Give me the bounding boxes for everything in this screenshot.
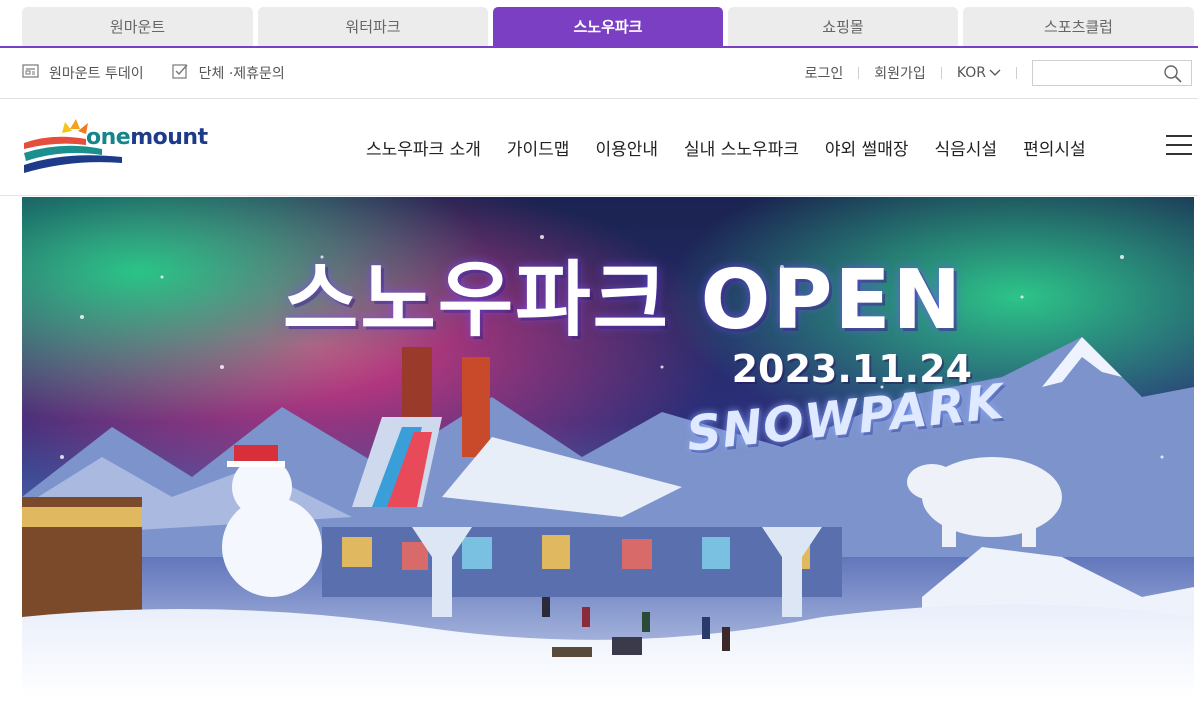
utility-right: 로그인 회원가입 KOR bbox=[805, 48, 1192, 98]
divider bbox=[940, 67, 942, 79]
onemount-today-label: 원마운트 투데이 bbox=[49, 66, 144, 82]
nav-dining[interactable]: 식음시설 bbox=[935, 135, 998, 160]
group-inquiry-label: 단체 ·제휴문의 bbox=[198, 66, 285, 82]
group-inquiry-link[interactable]: 단체 ·제휴문의 bbox=[172, 63, 285, 83]
nav-guide-map[interactable]: 가이드맵 bbox=[507, 135, 570, 160]
onemount-logo[interactable]: onemount bbox=[22, 117, 208, 175]
divider bbox=[858, 67, 860, 79]
site-tab-waterpark[interactable]: 워터파크 bbox=[258, 7, 488, 46]
site-tab-snowpark[interactable]: 스노우파크 bbox=[493, 7, 723, 46]
language-label: KOR bbox=[956, 65, 986, 81]
hero-banner[interactable]: 스노우파크 OPEN 2023.11.24 SNOWPARK bbox=[22, 197, 1194, 697]
logo-wordmark: onemount bbox=[86, 125, 208, 150]
site-tab-sportsclub[interactable]: 스포츠클럽 bbox=[963, 7, 1194, 46]
chevron-down-icon bbox=[989, 65, 1001, 81]
nav-amenities[interactable]: 편의시설 bbox=[1023, 135, 1086, 160]
main-nav: 스노우파크 소개 가이드맵 이용안내 실내 스노우파크 야외 썰매장 식음시설 … bbox=[366, 99, 1086, 195]
site-tab-shoppingmall[interactable]: 쇼핑몰 bbox=[728, 7, 958, 46]
divider bbox=[1016, 67, 1017, 79]
login-link[interactable]: 로그인 bbox=[805, 63, 844, 83]
nav-snowpark-intro[interactable]: 스노우파크 소개 bbox=[366, 135, 481, 160]
search-input[interactable] bbox=[1033, 61, 1158, 85]
nav-usage-info[interactable]: 이용안내 bbox=[595, 135, 658, 160]
language-select[interactable]: KOR bbox=[957, 65, 1001, 81]
signup-link[interactable]: 회원가입 bbox=[874, 63, 926, 83]
onemount-today-link[interactable]: 원마운트 투데이 bbox=[22, 63, 144, 83]
nav-indoor-snowpark[interactable]: 실내 스노우파크 bbox=[684, 135, 799, 160]
utility-left: 원마운트 투데이 단체 ·제휴문의 bbox=[22, 48, 285, 98]
nav-outdoor-sled[interactable]: 야외 썰매장 bbox=[825, 135, 909, 160]
checkbox-icon bbox=[172, 63, 190, 83]
utility-bar: 원마운트 투데이 단체 ·제휴문의 로그인 회원가입 KOR bbox=[0, 48, 1198, 99]
hamburger-menu-icon[interactable] bbox=[1166, 133, 1192, 157]
search-box bbox=[1032, 60, 1192, 86]
search-icon[interactable] bbox=[1163, 64, 1183, 88]
site-tab-onemount[interactable]: 원마운트 bbox=[22, 7, 253, 46]
hero-title: 스노우파크 OPEN bbox=[282, 253, 964, 348]
main-header: onemount 스노우파크 소개 가이드맵 이용안내 실내 스노우파크 야외 … bbox=[0, 99, 1198, 196]
site-tabs: 원마운트 워터파크 스노우파크 쇼핑몰 스포츠클럽 bbox=[0, 0, 1198, 48]
newspaper-icon bbox=[22, 63, 40, 83]
